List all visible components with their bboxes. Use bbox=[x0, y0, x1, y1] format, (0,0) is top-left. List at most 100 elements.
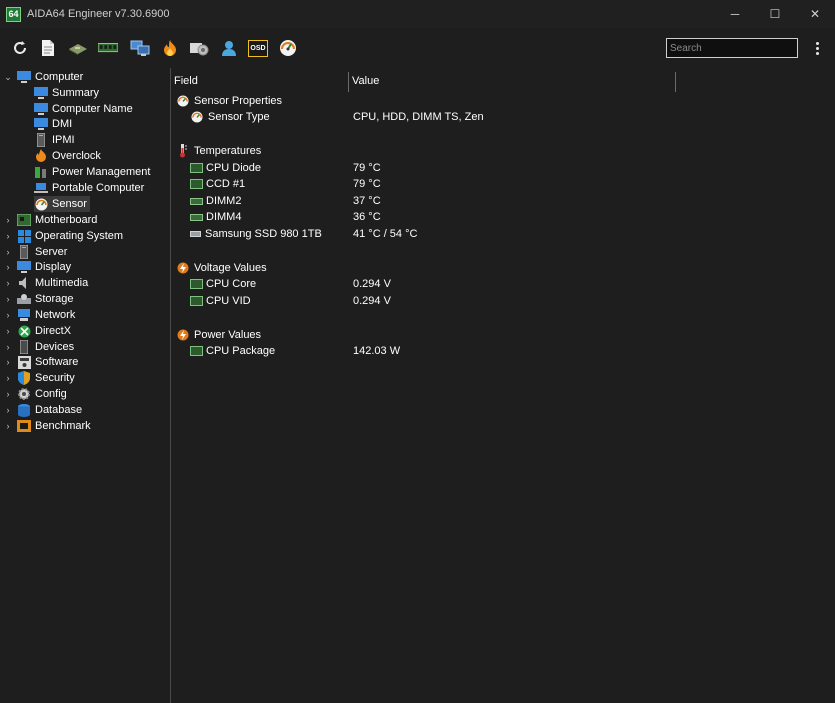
tree-item-label: Operating System bbox=[35, 230, 124, 242]
table-row[interactable]: CPU Core bbox=[190, 276, 256, 292]
tree-item-storage[interactable]: › Storage bbox=[0, 291, 74, 307]
sensor-icon[interactable] bbox=[278, 38, 298, 58]
group-voltage-values[interactable]: Voltage Values bbox=[176, 260, 267, 276]
user-icon[interactable] bbox=[219, 38, 239, 58]
group-sensor-properties[interactable]: Sensor Properties bbox=[176, 93, 282, 109]
tree-item-software[interactable]: › Software bbox=[0, 354, 78, 370]
chevron-right-icon[interactable]: › bbox=[4, 259, 12, 275]
ram-icon bbox=[190, 197, 203, 205]
benchmark-icon bbox=[17, 419, 31, 433]
laptop-icon bbox=[34, 181, 48, 195]
tree-item-overclock[interactable]: Overclock bbox=[34, 148, 101, 164]
memory-icon[interactable] bbox=[98, 38, 118, 58]
table-row[interactable]: DIMM2 bbox=[190, 193, 241, 209]
field-value: 37 °C bbox=[353, 195, 381, 207]
tree-item-label: DMI bbox=[52, 118, 73, 130]
chevron-right-icon[interactable]: › bbox=[4, 228, 12, 244]
group-title: Voltage Values bbox=[194, 262, 267, 274]
tree-item-summary[interactable]: Summary bbox=[34, 85, 99, 101]
tree-item-sensor[interactable]: Sensor bbox=[34, 196, 90, 212]
tree-item-network[interactable]: › Network bbox=[0, 307, 75, 323]
storage-icon bbox=[17, 292, 31, 306]
field-name: CPU Diode bbox=[206, 162, 262, 174]
overclock-icon[interactable] bbox=[160, 38, 180, 58]
tree-item-directx[interactable]: › DirectX bbox=[0, 323, 71, 339]
column-header-value[interactable]: Value bbox=[349, 70, 675, 92]
tree-item-database[interactable]: › Database bbox=[0, 402, 82, 418]
column-header-field[interactable]: Field bbox=[171, 70, 348, 92]
group-title: Temperatures bbox=[194, 145, 262, 157]
refresh-icon[interactable] bbox=[10, 38, 30, 58]
chevron-right-icon[interactable]: › bbox=[4, 323, 12, 339]
tree-item-devices[interactable]: › Devices bbox=[0, 339, 74, 355]
chevron-right-icon[interactable]: › bbox=[4, 244, 12, 260]
tree-item-power-management[interactable]: Power Management bbox=[34, 164, 150, 180]
field-name: Sensor Type bbox=[208, 111, 270, 123]
table-row[interactable]: CCD #1 bbox=[190, 176, 245, 192]
group-power-values[interactable]: Power Values bbox=[176, 327, 261, 343]
more-options-icon[interactable] bbox=[812, 38, 822, 58]
server-icon bbox=[17, 245, 31, 259]
tree-item-config[interactable]: › Config bbox=[0, 386, 67, 402]
software-icon bbox=[17, 355, 31, 369]
close-button[interactable]: ✕ bbox=[795, 0, 835, 28]
tree-item-label: Power Management bbox=[52, 166, 151, 178]
search-input[interactable] bbox=[666, 38, 798, 58]
chevron-right-icon[interactable]: › bbox=[4, 339, 12, 355]
tree-item-motherboard[interactable]: › Motherboard bbox=[0, 212, 97, 228]
tree-item-benchmark[interactable]: › Benchmark bbox=[0, 418, 91, 434]
chevron-right-icon[interactable]: › bbox=[4, 291, 12, 307]
tree-item-label: Server bbox=[35, 246, 68, 258]
tree-item-portable-computer[interactable]: Portable Computer bbox=[34, 180, 144, 196]
table-row[interactable]: Samsung SSD 980 1TB bbox=[190, 226, 322, 242]
table-row[interactable]: CPU Package bbox=[190, 343, 275, 359]
details-pane: Field Value Sensor Properties Sensor Typ… bbox=[171, 68, 835, 703]
chevron-right-icon[interactable]: › bbox=[4, 418, 12, 434]
field-value: 36 °C bbox=[353, 211, 381, 223]
tree-item-label: Benchmark bbox=[35, 420, 91, 432]
chevron-right-icon[interactable]: › bbox=[4, 212, 12, 228]
cpu-chip-icon bbox=[190, 163, 203, 173]
preferences-icon[interactable] bbox=[189, 38, 209, 58]
gauge-icon bbox=[176, 94, 190, 108]
osd-icon[interactable]: OSD bbox=[248, 38, 268, 58]
chevron-down-icon[interactable]: ⌄ bbox=[4, 69, 12, 85]
tree-item-ipmi[interactable]: IPMI bbox=[34, 132, 75, 148]
chevron-right-icon[interactable]: › bbox=[4, 354, 12, 370]
table-row[interactable]: CPU Diode bbox=[190, 160, 261, 176]
chevron-right-icon[interactable]: › bbox=[4, 275, 12, 291]
network-icon[interactable] bbox=[130, 38, 150, 58]
chevron-right-icon[interactable]: › bbox=[4, 402, 12, 418]
xbox-icon bbox=[17, 324, 31, 338]
table-row[interactable]: CPU VID bbox=[190, 293, 251, 309]
field-value: CPU, HDD, DIMM TS, Zen bbox=[353, 111, 484, 123]
chevron-right-icon[interactable]: › bbox=[4, 307, 12, 323]
tree-item-computer-name[interactable]: Computer Name bbox=[34, 101, 133, 117]
table-row[interactable]: DIMM4 bbox=[190, 209, 241, 225]
tree-item-label: Portable Computer bbox=[52, 182, 145, 194]
field-name: DIMM2 bbox=[206, 195, 242, 207]
tree-item-operating-system[interactable]: › Operating System bbox=[0, 228, 123, 244]
chevron-right-icon[interactable]: › bbox=[4, 370, 12, 386]
osd-label: OSD bbox=[248, 39, 268, 57]
tree-item-security[interactable]: › Security bbox=[0, 370, 75, 386]
minimize-button[interactable]: ─ bbox=[715, 0, 755, 28]
maximize-button[interactable]: ☐ bbox=[755, 0, 795, 28]
chevron-right-icon[interactable]: › bbox=[4, 386, 12, 402]
tree-item-display[interactable]: › Display bbox=[0, 259, 71, 275]
window-title: AIDA64 Engineer v7.30.6900 bbox=[27, 8, 170, 20]
motherboard-icon bbox=[17, 213, 31, 227]
tree-item-multimedia[interactable]: › Multimedia bbox=[0, 275, 88, 291]
group-temperatures[interactable]: Temperatures bbox=[176, 143, 261, 159]
field-name: DIMM4 bbox=[206, 211, 242, 223]
tree-item-dmi[interactable]: DMI bbox=[34, 116, 72, 132]
column-resize-handle[interactable] bbox=[675, 72, 676, 92]
table-row[interactable]: Sensor Type bbox=[190, 109, 270, 125]
tree-item-computer[interactable]: ⌄ Computer bbox=[0, 69, 83, 85]
server-icon bbox=[34, 133, 48, 147]
tree-item-server[interactable]: › Server bbox=[0, 244, 67, 260]
motherboard-icon[interactable] bbox=[68, 38, 88, 58]
ram-icon bbox=[190, 213, 203, 221]
report-icon[interactable] bbox=[38, 38, 58, 58]
cpu-chip-icon bbox=[190, 279, 203, 289]
